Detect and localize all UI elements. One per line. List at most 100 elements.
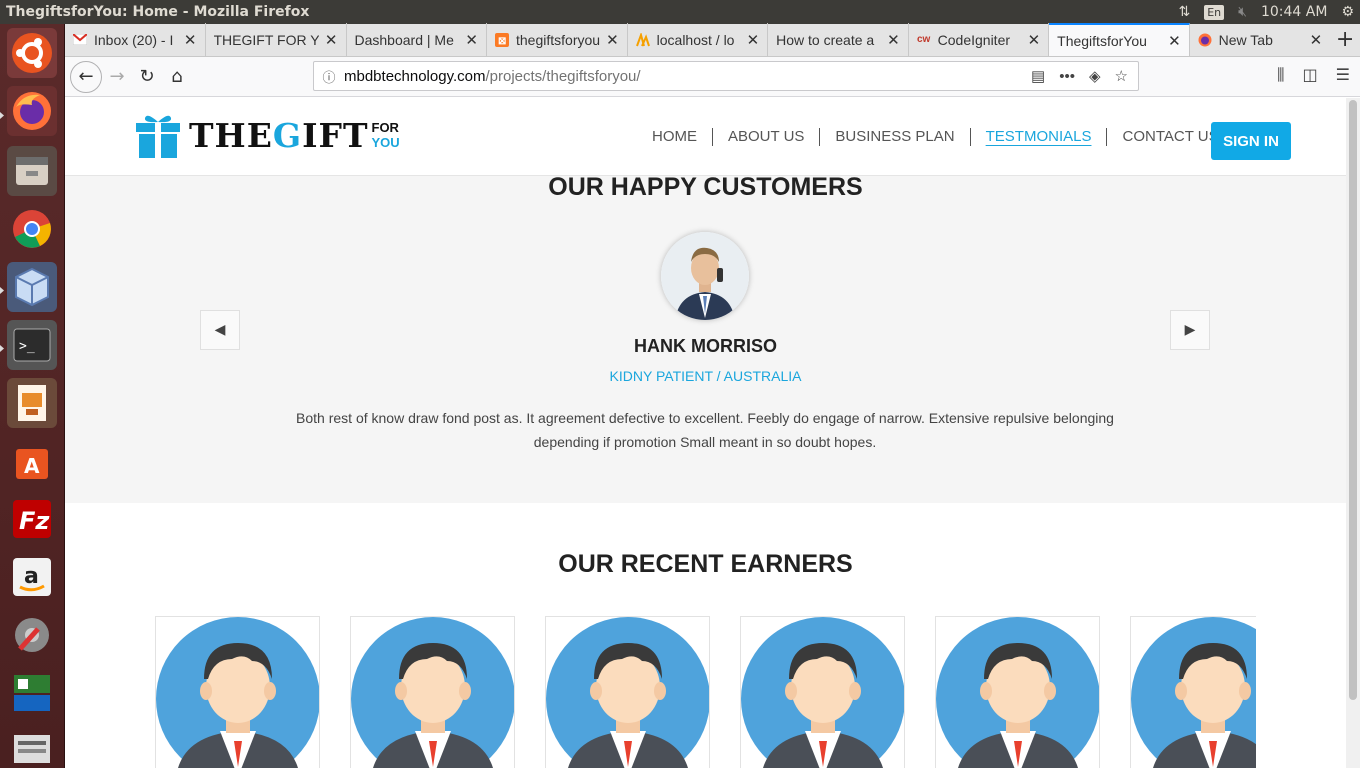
tab-label: THEGIFT FOR YOU [213, 31, 319, 48]
system-settings-launcher-icon[interactable] [7, 610, 57, 660]
site-logo[interactable]: THEGIFT FOR YOU [135, 112, 400, 158]
ubuntu-dash-icon[interactable] [7, 28, 57, 78]
close-icon[interactable]: ✕ [747, 31, 760, 49]
web-page-viewport: THEGIFT FOR YOU HOME ABOUT US BUSINESS PL… [65, 98, 1346, 768]
close-icon[interactable]: ✕ [887, 31, 900, 49]
tab-thegiftsforyou-active[interactable]: ThegiftsforYou ✕ [1049, 23, 1190, 56]
library-icon[interactable]: ⫼ [1277, 65, 1284, 85]
clock[interactable]: 10:44 AM [1261, 4, 1327, 20]
tab-localhost[interactable]: localhost / lo ✕ [628, 23, 769, 56]
close-icon[interactable]: ✕ [1168, 32, 1181, 50]
earner-card[interactable] [155, 616, 320, 768]
close-icon[interactable]: ✕ [184, 31, 197, 49]
keyboard-language-indicator[interactable]: En [1204, 4, 1225, 20]
info-icon[interactable]: ⓘ [314, 67, 344, 86]
page-scrollbar[interactable] [1346, 98, 1360, 768]
svg-text:>_: >_ [19, 339, 35, 354]
logo-you: YOU [371, 135, 400, 150]
sidebar-icon[interactable]: ◫ [1303, 65, 1318, 85]
network-arrows-icon[interactable]: ⇅ [1179, 4, 1191, 20]
software-center-launcher-icon[interactable]: A [7, 436, 57, 486]
close-icon[interactable]: ✕ [325, 31, 338, 49]
tab-codeigniter[interactable]: cw CodeIgniter ✕ [909, 23, 1050, 56]
trash-launcher-icon[interactable] [7, 722, 57, 772]
firefox-icon [1198, 33, 1212, 47]
main-menu: HOME ABOUT US BUSINESS PLAN TESTMONIALS … [637, 128, 1234, 146]
menu-business-plan[interactable]: BUSINESS PLAN [820, 128, 971, 146]
tab-how-to[interactable]: How to create a ✕ [768, 23, 909, 56]
customer-name: HANK MORRISO [634, 336, 777, 356]
bookmark-star-icon[interactable]: ☆ [1115, 67, 1128, 85]
earner-card[interactable] [545, 616, 710, 768]
close-icon[interactable]: ✕ [1310, 31, 1323, 49]
earner-card[interactable] [350, 616, 515, 768]
reader-view-icon[interactable]: ▤ [1031, 67, 1045, 85]
url-path: /projects/thegiftsforyou/ [485, 67, 641, 85]
earner-card[interactable] [1130, 616, 1256, 768]
url-host: mbdbtechnology.com [344, 67, 486, 85]
recent-earners-section: OUR RECENT EARNERS [65, 503, 1346, 768]
recent-earners-heading: OUR RECENT EARNERS [558, 550, 853, 578]
pocket-icon[interactable]: ◈ [1089, 67, 1101, 85]
home-icon[interactable]: ⌂ [162, 62, 192, 92]
tab-label: thegiftsforyou [516, 31, 601, 48]
menu-testimonials[interactable]: TESTMONIALS [971, 128, 1108, 146]
tab-label: ThegiftsforYou [1057, 32, 1147, 49]
tab-inbox[interactable]: Inbox (20) - I ✕ [65, 23, 206, 56]
volume-muted-icon[interactable]: 🔇︎ [1238, 4, 1247, 20]
earner-avatar-icon [351, 617, 514, 768]
close-icon[interactable]: ✕ [606, 31, 619, 49]
tab-dashboard[interactable]: Dashboard | Me ✕ [347, 23, 487, 56]
reload-icon[interactable]: ↻ [132, 62, 162, 92]
menu-home[interactable]: HOME [637, 128, 713, 146]
workspace-switcher-icon[interactable] [7, 668, 57, 718]
svg-text:⊠: ⊠ [498, 36, 506, 47]
xampp-icon: ⊠ [495, 32, 509, 47]
customer-role: KIDNY PATIENT / AUSTRALIA [609, 368, 802, 384]
earners-cards-row [155, 616, 1256, 768]
logo-part-g: G [272, 115, 303, 155]
new-tab-plus-icon[interactable]: + [1330, 23, 1360, 56]
happy-customers-heading: OUR HAPPY CUSTOMERS [548, 173, 863, 201]
page-actions-menu-icon[interactable]: ••• [1059, 68, 1075, 85]
earner-card[interactable] [740, 616, 905, 768]
logo-for-you: FOR YOU [372, 120, 400, 150]
amazon-launcher-icon[interactable]: a [7, 552, 57, 602]
tab-label: localhost / lo [656, 31, 735, 48]
happy-customers-section: OUR HAPPY CUSTOMERS ◀ ▶ HANK MORRISO KID… [65, 173, 1346, 503]
site-header: THEGIFT FOR YOU HOME ABOUT US BUSINESS PL… [65, 98, 1346, 176]
tab-label: Dashboard | Me [354, 31, 454, 48]
back-arrow-icon[interactable]: ← [70, 60, 102, 93]
svg-text:A: A [24, 454, 40, 478]
impress-launcher-icon[interactable] [7, 378, 57, 428]
earner-avatar-icon [1131, 617, 1256, 768]
url-bar[interactable]: ⓘ mbdbtechnology.com/projects/thegiftsfo… [313, 61, 1139, 91]
hamburger-menu-icon[interactable]: ☰ [1336, 65, 1350, 85]
customer-quote: Both rest of know draw fond post as. It … [296, 410, 1114, 450]
tab-label: How to create a [776, 31, 875, 48]
forward-arrow-icon[interactable]: → [102, 62, 132, 92]
firefox-launcher-icon[interactable] [7, 86, 57, 136]
sign-in-button[interactable]: SIGN IN [1211, 122, 1291, 160]
chrome-launcher-icon[interactable] [7, 204, 57, 254]
gift-box-icon [136, 115, 180, 158]
virtualbox-launcher-icon[interactable] [7, 262, 57, 312]
tab-xampp[interactable]: ⊠ thegiftsforyou ✕ [487, 23, 628, 56]
terminal-launcher-icon[interactable]: >_ [7, 320, 57, 370]
tab-new-tab[interactable]: New Tab ✕ [1190, 23, 1331, 56]
tab-strip: Inbox (20) - I ✕ THEGIFT FOR YOU ✕ Dashb… [65, 23, 1360, 57]
close-icon[interactable]: ✕ [1028, 31, 1041, 49]
earner-card[interactable] [935, 616, 1100, 768]
filezilla-launcher-icon[interactable]: Fz [7, 494, 57, 544]
gmail-icon [73, 33, 87, 47]
phpmyadmin-icon [635, 32, 650, 47]
logo-part-the: THE [189, 115, 273, 155]
earner-avatar-icon [546, 617, 709, 768]
files-launcher-icon[interactable] [7, 146, 57, 196]
scrollbar-thumb[interactable] [1349, 100, 1357, 700]
settings-gear-icon[interactable]: ⚙ [1341, 4, 1354, 20]
close-icon[interactable]: ✕ [465, 31, 478, 49]
menu-about-us[interactable]: ABOUT US [713, 128, 821, 146]
tab-thegift[interactable]: THEGIFT FOR YOU ✕ [206, 23, 347, 56]
logo-wordmark: THEGIFT [189, 116, 369, 155]
